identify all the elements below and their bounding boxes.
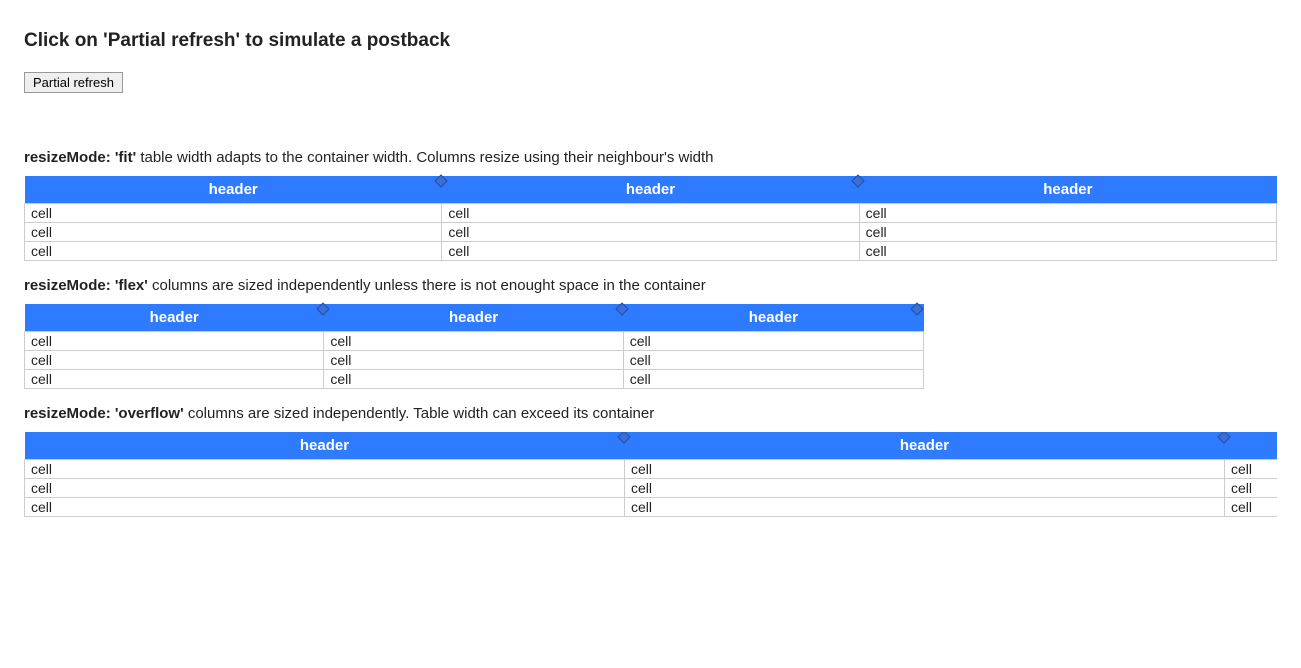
resize-handle-icon[interactable] bbox=[1217, 432, 1231, 444]
resize-handle-icon[interactable] bbox=[851, 174, 865, 188]
page-title: Click on 'Partial refresh' to simulate a… bbox=[24, 30, 1277, 52]
table-cell: cell bbox=[625, 479, 1225, 498]
table-cell: cell bbox=[1225, 479, 1278, 498]
table-cell: cell bbox=[859, 242, 1276, 261]
table-overflow-header-cell[interactable]: header bbox=[1225, 432, 1278, 460]
table-cell: cell bbox=[324, 332, 623, 351]
header-label: header bbox=[300, 437, 349, 454]
resize-handle-icon[interactable] bbox=[316, 302, 330, 316]
caption-overflow-strong: resizeMode: 'overflow' bbox=[24, 405, 184, 422]
table-cell: cell bbox=[623, 370, 923, 389]
caption-fit-rest: table width adapts to the container widt… bbox=[136, 149, 713, 166]
header-label: header bbox=[150, 309, 199, 326]
table-row: cell cell cell bbox=[25, 479, 1278, 498]
table-cell: cell bbox=[25, 351, 324, 370]
table-cell: cell bbox=[25, 479, 625, 498]
table-cell: cell bbox=[625, 460, 1225, 479]
table-fit: header header header cell bbox=[24, 176, 1277, 261]
table-flex: header header header bbox=[24, 304, 924, 389]
header-label: header bbox=[209, 181, 258, 198]
table-overflow-header-cell[interactable]: header bbox=[625, 432, 1225, 460]
header-label: header bbox=[1043, 181, 1092, 198]
table-cell: cell bbox=[25, 204, 442, 223]
table-row: cell cell cell bbox=[25, 370, 924, 389]
partial-refresh-button[interactable]: Partial refresh bbox=[24, 72, 123, 93]
resize-handle-icon[interactable] bbox=[434, 174, 448, 188]
table-cell: cell bbox=[25, 332, 324, 351]
caption-flex: resizeMode: 'flex' columns are sized ind… bbox=[24, 277, 1277, 294]
table-row: cell cell cell bbox=[25, 242, 1277, 261]
table-row: cell cell cell bbox=[25, 204, 1277, 223]
table-row: cell cell cell bbox=[25, 498, 1278, 517]
table-row: cell cell cell bbox=[25, 351, 924, 370]
table-cell: cell bbox=[859, 223, 1276, 242]
table-overflow-wrap[interactable]: header header header cell bbox=[24, 432, 1277, 523]
table-cell: cell bbox=[25, 242, 442, 261]
table-row: cell cell cell bbox=[25, 460, 1278, 479]
table-cell: cell bbox=[623, 351, 923, 370]
table-cell: cell bbox=[442, 204, 859, 223]
caption-overflow: resizeMode: 'overflow' columns are sized… bbox=[24, 405, 1277, 422]
table-cell: cell bbox=[324, 370, 623, 389]
table-fit-header-cell[interactable]: header bbox=[442, 176, 859, 204]
table-cell: cell bbox=[25, 460, 625, 479]
table-cell: cell bbox=[442, 242, 859, 261]
caption-flex-strong: resizeMode: 'flex' bbox=[24, 277, 148, 294]
table-overflow-header-row: header header header bbox=[25, 432, 1278, 460]
table-flex-header-cell[interactable]: header bbox=[623, 304, 923, 332]
caption-flex-rest: columns are sized independently unless t… bbox=[148, 277, 706, 294]
table-cell: cell bbox=[25, 223, 442, 242]
caption-fit-strong: resizeMode: 'fit' bbox=[24, 149, 136, 166]
table-overflow-header-cell[interactable]: header bbox=[25, 432, 625, 460]
table-fit-header-row: header header header bbox=[25, 176, 1277, 204]
resize-handle-icon[interactable] bbox=[615, 302, 629, 316]
table-cell: cell bbox=[1225, 498, 1278, 517]
table-row: cell cell cell bbox=[25, 332, 924, 351]
table-cell: cell bbox=[324, 351, 623, 370]
resize-handle-icon[interactable] bbox=[910, 302, 924, 316]
table-row: cell cell cell bbox=[25, 223, 1277, 242]
table-fit-header-cell[interactable]: header bbox=[25, 176, 442, 204]
table-cell: cell bbox=[25, 370, 324, 389]
table-cell: cell bbox=[859, 204, 1276, 223]
table-flex-header-row: header header header bbox=[25, 304, 924, 332]
table-fit-header-cell[interactable]: header bbox=[859, 176, 1276, 204]
table-flex-header-cell[interactable]: header bbox=[25, 304, 324, 332]
header-label: header bbox=[900, 437, 949, 454]
caption-overflow-rest: columns are sized independently. Table w… bbox=[184, 405, 655, 422]
header-label: header bbox=[749, 309, 798, 326]
caption-fit: resizeMode: 'fit' table width adapts to … bbox=[24, 149, 1277, 166]
table-flex-header-cell[interactable]: header bbox=[324, 304, 623, 332]
table-cell: cell bbox=[1225, 460, 1278, 479]
header-label: header bbox=[626, 181, 675, 198]
table-fit-wrap: header header header cell bbox=[24, 176, 1277, 261]
table-flex-wrap: header header header bbox=[24, 304, 1277, 389]
table-cell: cell bbox=[25, 498, 625, 517]
table-cell: cell bbox=[623, 332, 923, 351]
table-overflow: header header header cell bbox=[24, 432, 1277, 517]
header-label: header bbox=[449, 309, 498, 326]
table-cell: cell bbox=[442, 223, 859, 242]
table-cell: cell bbox=[625, 498, 1225, 517]
resize-handle-icon[interactable] bbox=[617, 432, 631, 444]
